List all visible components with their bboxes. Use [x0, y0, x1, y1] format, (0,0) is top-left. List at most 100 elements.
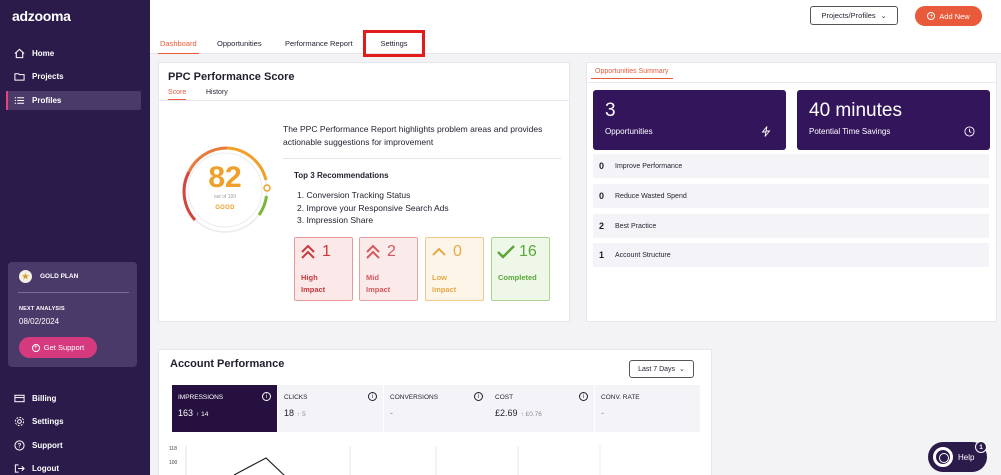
subtab-score[interactable]: Score	[168, 89, 187, 100]
subtab-divider	[159, 100, 569, 101]
sidebar-item-home[interactable]: Home	[6, 44, 141, 63]
metric-label: COST	[495, 394, 514, 401]
row-count: 0	[599, 191, 605, 201]
metric-impressions[interactable]: IMPRESSIONS i 163 ↑ 14	[172, 385, 277, 432]
gear-icon	[13, 416, 25, 428]
opportunity-row-account-structure[interactable]: 1 Account Structure	[593, 243, 989, 267]
opportunity-row-best-practice[interactable]: 2 Best Practice	[593, 214, 989, 238]
sidebar-item-billing[interactable]: Billing	[6, 389, 141, 408]
sidebar-item-settings[interactable]: Settings	[6, 412, 141, 431]
low-impact-count: 0	[453, 243, 462, 260]
home-icon	[13, 48, 25, 60]
lightning-icon	[761, 126, 771, 139]
completed-label: Completed	[498, 273, 537, 282]
opportunities-count-box[interactable]: 3 Opportunities	[593, 90, 786, 150]
metric-label: CLICKS	[284, 394, 308, 401]
tab-dashboard[interactable]: Dashboard	[158, 33, 199, 54]
low-impact-tile[interactable]: 0 Low Impact	[425, 237, 484, 301]
support-icon: +	[31, 343, 40, 352]
recommendation-item[interactable]: 1. Conversion Tracking Status	[297, 190, 410, 200]
metric-value: 163 ↑ 14	[178, 408, 209, 418]
recommendations-title: Top 3 Recommendations	[294, 171, 389, 180]
divider	[587, 82, 996, 83]
metric-clicks[interactable]: CLICKS i 18 ↑ 5	[278, 385, 383, 432]
high-impact-count: 1	[322, 243, 331, 260]
help-circle-icon: ?	[13, 440, 25, 452]
completed-tile[interactable]: 16 Completed	[491, 237, 550, 301]
mid-impact-label: Mid Impact	[366, 273, 391, 294]
time-savings-box[interactable]: 40 minutes Potential Time Savings	[797, 90, 990, 150]
metric-value: -	[390, 408, 393, 418]
opportunity-row-improve-performance[interactable]: 0 Improve Performance	[593, 154, 989, 178]
sidebar-item-label: Profiles	[32, 96, 62, 105]
check-icon	[497, 244, 515, 262]
list-icon	[13, 95, 25, 107]
adzooma-logo[interactable]: adzooma	[12, 8, 71, 24]
ppc-score-card: PPC Performance Score Score History 82 o…	[158, 62, 570, 322]
high-impact-tile[interactable]: 1 High Impact	[294, 237, 353, 301]
high-impact-label: High Impact	[301, 273, 326, 294]
row-count: 2	[599, 221, 605, 231]
ppc-description: The PPC Performance Report highlights pr…	[283, 124, 543, 147]
lifebuoy-icon	[933, 447, 953, 467]
recommendation-item[interactable]: 2. Improve your Responsive Search Ads	[297, 203, 449, 213]
account-performance-card: Account Performance Last 7 Days ⌄ IMPRES…	[158, 349, 712, 475]
opportunities-summary-card: Opportunities Summary 3 Opportunities 40…	[586, 62, 997, 322]
chevron-down-icon: ⌄	[880, 12, 887, 20]
sidebar-item-label: Settings	[32, 417, 64, 426]
projects-profiles-select[interactable]: Projects/Profiles ⌄	[810, 6, 898, 25]
row-count: 1	[599, 250, 605, 260]
opportunity-row-reduce-wasted-spend[interactable]: 0 Reduce Wasted Spend	[593, 184, 989, 208]
opportunities-label: Opportunities	[605, 127, 653, 136]
sidebar-item-label: Projects	[32, 72, 64, 81]
get-support-button[interactable]: + Get Support	[19, 337, 97, 358]
folder-icon	[13, 71, 25, 83]
info-icon[interactable]: i	[579, 392, 588, 401]
metric-cost[interactable]: COST i £2.69 ↑ £0.76	[489, 385, 594, 432]
metric-value: 18 ↑ 5	[284, 408, 306, 418]
row-label: Improve Performance	[615, 162, 683, 170]
recommendation-item[interactable]: 3. Impression Share	[297, 215, 373, 225]
date-range-select[interactable]: Last 7 Days ⌄	[629, 360, 694, 378]
plus-icon: +	[927, 12, 936, 20]
help-label: Help	[958, 452, 975, 462]
info-icon[interactable]: i	[262, 392, 271, 401]
tab-settings[interactable]: Settings	[363, 30, 425, 57]
add-new-button[interactable]: + Add New	[915, 6, 982, 26]
divider	[283, 158, 561, 159]
score-grade: GOOD	[215, 205, 235, 211]
account-performance-title: Account Performance	[170, 358, 285, 370]
completed-count: 16	[519, 243, 537, 260]
row-label: Best Practice	[615, 222, 657, 230]
time-savings-label: Potential Time Savings	[809, 127, 891, 136]
mid-impact-tile[interactable]: 2 Mid Impact	[359, 237, 418, 301]
row-label: Reduce Wasted Spend	[615, 192, 687, 200]
tab-performance-report[interactable]: Performance Report	[283, 33, 355, 54]
tab-opportunities-summary[interactable]: Opportunities Summary	[591, 65, 673, 79]
sidebar-item-profiles[interactable]: Profiles	[6, 91, 141, 110]
sidebar-item-label: Billing	[32, 394, 57, 403]
sidebar-item-projects[interactable]: Projects	[6, 67, 141, 86]
double-chevron-up-icon	[365, 244, 381, 262]
tab-opportunities[interactable]: Opportunities	[215, 33, 264, 54]
sidebar-item-support[interactable]: ? Support	[6, 436, 141, 455]
info-icon[interactable]: i	[474, 392, 483, 401]
sidebar-item-logout[interactable]: Logout	[6, 459, 141, 475]
plan-badge: ★ GOLD PLAN	[19, 270, 78, 283]
sidebar: adzooma Home Projects Profiles ★ GOLD PL…	[0, 0, 150, 475]
subtab-history[interactable]: History	[206, 89, 228, 96]
metric-label: CONVERSIONS	[390, 394, 439, 401]
metric-conv-rate[interactable]: CONV. RATE -	[595, 385, 700, 432]
svg-text:?: ?	[17, 443, 21, 450]
next-analysis-label: NEXT ANALYSIS	[19, 306, 65, 312]
chevron-down-icon: ⌄	[679, 366, 685, 373]
logout-icon	[13, 463, 25, 475]
opportunities-count: 3	[605, 100, 616, 121]
plan-card: ★ GOLD PLAN NEXT ANALYSIS 08/02/2024 + G…	[8, 262, 137, 367]
impressions-chart	[185, 446, 601, 475]
metric-label: CONV. RATE	[601, 394, 640, 401]
sidebar-item-label: Logout	[32, 464, 60, 473]
metric-conversions[interactable]: CONVERSIONS i -	[384, 385, 489, 432]
info-icon[interactable]: i	[368, 392, 377, 401]
gold-plan-icon: ★	[19, 270, 32, 283]
